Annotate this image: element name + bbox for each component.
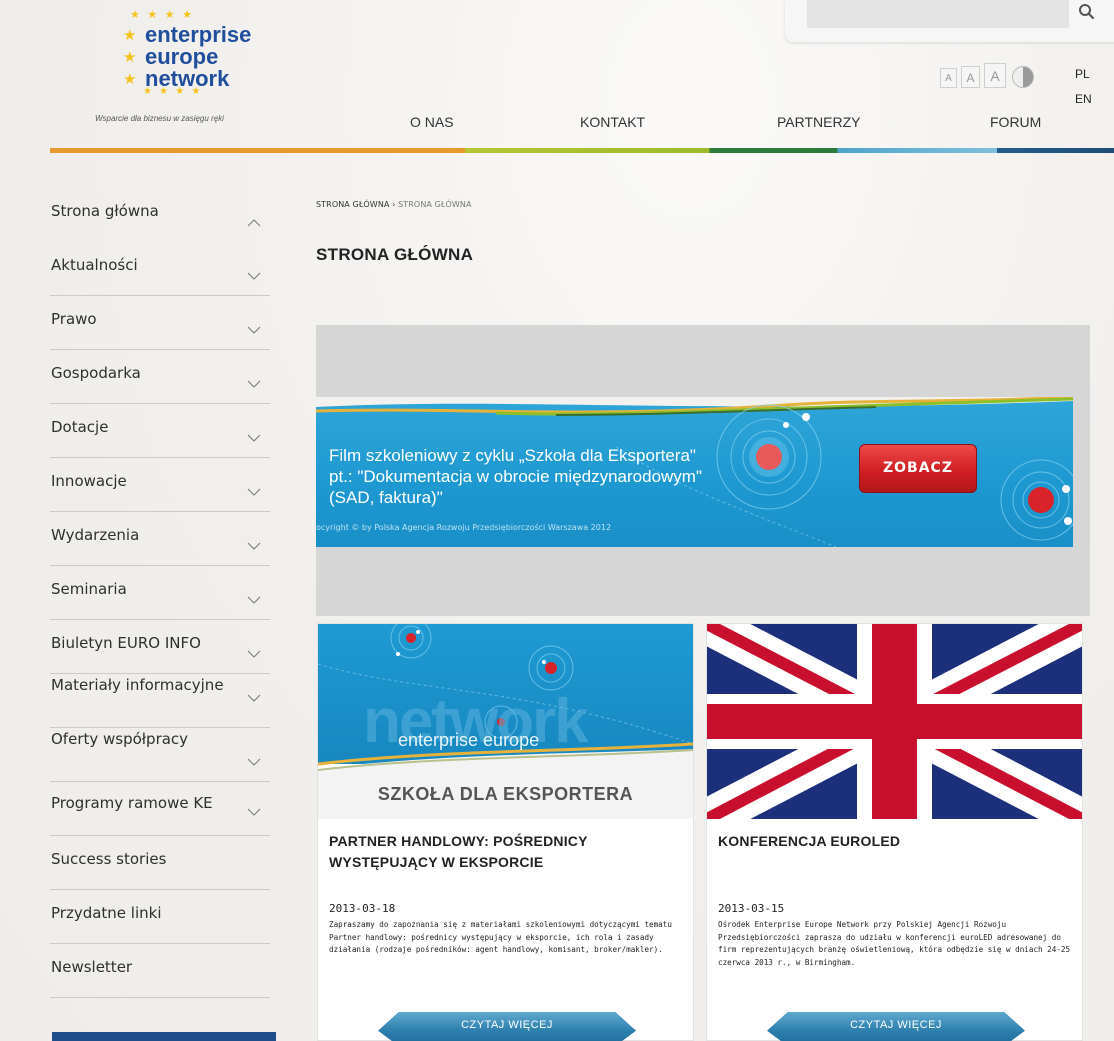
- logo-word-enterprise: enterprise: [145, 22, 252, 47]
- logo-tagline: Wsparcie dla biznesu w zasięgu ręki: [95, 114, 224, 123]
- sidebar-item-label: Aktualności: [51, 256, 138, 274]
- search-input[interactable]: [807, 0, 1069, 28]
- chevron-down-icon[interactable]: [247, 596, 261, 605]
- sidebar-item-biuletyn[interactable]: Biuletyn EURO INFO: [50, 620, 270, 674]
- lang-pl-link[interactable]: PL: [1075, 67, 1090, 81]
- chevron-down-icon[interactable]: [247, 650, 261, 659]
- breadcrumb-current: STRONA GŁÓWNA: [398, 200, 472, 209]
- sidebar-item-gospodarka[interactable]: Gospodarka: [50, 350, 270, 404]
- nav-item-forum[interactable]: FORUM: [990, 114, 1041, 130]
- sidebar-item-innowacje[interactable]: Innowacje: [50, 458, 270, 512]
- banner-copyright: ocyright © by Polska Agencja Rozwoju Prz…: [316, 523, 612, 532]
- chevron-down-icon[interactable]: [247, 542, 261, 551]
- banner-slider: Film szkoleniowy z cyklu „Szkoła dla Eks…: [316, 325, 1090, 616]
- chevron-down-icon[interactable]: [247, 326, 261, 335]
- chevron-down-icon[interactable]: [247, 488, 261, 497]
- breadcrumb-separator: ›: [392, 200, 396, 209]
- sidebar-item-label: Strona główna: [51, 202, 159, 220]
- chevron-down-icon[interactable]: [247, 694, 261, 703]
- sidebar-item-przydatne-linki[interactable]: Przydatne linki: [50, 890, 270, 944]
- banner-text-line: (SAD, faktura)": [329, 488, 443, 507]
- card-title[interactable]: KONFERENCJA EUROLED: [718, 831, 1058, 852]
- sidebar-item-label: Biuletyn EURO INFO: [51, 634, 201, 652]
- font-size-large-button[interactable]: A: [984, 63, 1006, 88]
- nav-item-o-nas[interactable]: O NAS: [410, 114, 454, 130]
- search-box: [785, 0, 1114, 42]
- chevron-down-icon[interactable]: [247, 758, 261, 767]
- nav-item-partnerzy[interactable]: PARTNERZY: [777, 114, 861, 130]
- sidebar-item-label: Materiały informacyjne: [51, 676, 224, 694]
- sidebar-item-label: Oferty współpracy: [51, 730, 189, 748]
- read-more-button[interactable]: CZYTAJ WIĘCEJ: [767, 1012, 1025, 1041]
- chevron-down-icon[interactable]: [247, 434, 261, 443]
- nav-item-kontakt[interactable]: KONTAKT: [580, 114, 645, 130]
- page: ★ ★ ★ ★ ★ ★ ★ enterprise europe network …: [0, 0, 1114, 1041]
- chevron-up-icon[interactable]: [247, 218, 261, 227]
- sidebar-item-label: Wydarzenia: [51, 526, 140, 544]
- logo-star-icon: ★: [123, 48, 137, 66]
- search-icon[interactable]: [1077, 2, 1097, 22]
- sidebar-item-label: Prawo: [51, 310, 97, 328]
- contrast-icon[interactable]: [1012, 66, 1034, 88]
- news-card: KONFERENCJA EUROLED 2013-03-15 Ośrodek E…: [706, 623, 1083, 1041]
- sidebar-item-seminaria[interactable]: Seminaria: [50, 566, 270, 620]
- breadcrumb: STRONA GŁÓWNA › STRONA GŁÓWNA: [316, 200, 472, 209]
- union-jack-flag-icon: [707, 624, 1082, 819]
- logo-stars-icon: ★ ★ ★ ★: [143, 86, 203, 97]
- sidebar-item-label: Programy ramowe KE: [51, 794, 213, 812]
- sidebar-item-aktualnosci[interactable]: Aktualności: [50, 242, 270, 296]
- logo-star-icon: ★: [123, 26, 137, 44]
- sidebar-item-label: Gospodarka: [51, 364, 141, 382]
- font-size-medium-button[interactable]: A: [961, 66, 980, 88]
- sidebar-item-label: Innowacje: [51, 472, 127, 490]
- sidebar-item-label: Success stories: [51, 850, 167, 868]
- sidebar-item-materialy[interactable]: Materiały informacyjne: [50, 674, 270, 728]
- card-description: Zapraszamy do zapoznania się z materiała…: [329, 920, 672, 954]
- sidebar-item-oferty[interactable]: Oferty współpracy: [50, 728, 270, 782]
- news-card: network enterprise europe SZKOŁA DLA EKS…: [317, 623, 694, 1041]
- chevron-down-icon[interactable]: [247, 380, 261, 389]
- card-date: 2013-03-15: [718, 902, 785, 915]
- sidebar-item-strona-glowna[interactable]: Strona główna: [50, 188, 270, 242]
- sidebar-item-label: Przydatne linki: [51, 904, 162, 922]
- logo-stars-icon: ★ ★ ★ ★: [130, 8, 194, 21]
- sidebar-item-label: Seminaria: [51, 580, 127, 598]
- sidebar-item-label: Dotacje: [51, 418, 109, 436]
- page-title: STRONA GŁÓWNA: [316, 245, 474, 264]
- header-color-bar: [50, 148, 1114, 153]
- logo-word-europe: europe: [145, 44, 219, 69]
- chevron-down-icon[interactable]: [247, 808, 261, 817]
- card-image-caption: SZKOŁA DLA EKSPORTERA: [377, 784, 634, 804]
- sidebar-item-newsletter[interactable]: Newsletter: [50, 944, 270, 998]
- card-image-caption-small: enterprise europe: [398, 730, 540, 750]
- sidebar-item-success-stories[interactable]: Success stories: [50, 836, 270, 890]
- zobacz-button[interactable]: ZOBACZ: [859, 444, 977, 493]
- chevron-down-icon[interactable]: [247, 272, 261, 281]
- logo-star-icon: ★: [123, 70, 137, 88]
- logo[interactable]: ★ ★ ★ ★ ★ ★ ★ enterprise europe network …: [95, 8, 275, 128]
- sidebar-item-label: Newsletter: [51, 958, 133, 976]
- banner-text-line: Film szkoleniowy z cyklu „Szkoła dla Eks…: [329, 446, 696, 465]
- sidebar-menu: Strona główna Aktualności Prawo Gospodar…: [50, 188, 270, 998]
- read-more-button[interactable]: CZYTAJ WIĘCEJ: [378, 1012, 636, 1041]
- card-image[interactable]: [707, 624, 1082, 819]
- card-date: 2013-03-18: [329, 902, 396, 915]
- sidebar-item-wydarzenia[interactable]: Wydarzenia: [50, 512, 270, 566]
- card-description: Ośrodek Enterprise Europe Network przy P…: [718, 920, 1071, 967]
- sidebar-item-prawo[interactable]: Prawo: [50, 296, 270, 350]
- font-size-small-button[interactable]: A: [940, 68, 957, 88]
- card-image[interactable]: network enterprise europe SZKOŁA DLA EKS…: [318, 624, 693, 819]
- card-title[interactable]: PARTNER HANDLOWY: POŚREDNICY WYSTĘPUJĄCY…: [329, 831, 669, 873]
- sidebar-item-programy[interactable]: Programy ramowe KE: [50, 782, 270, 836]
- sidebar-blue-box[interactable]: [52, 1032, 276, 1041]
- banner-text: Film szkoleniowy z cyklu „Szkoła dla Eks…: [329, 445, 769, 508]
- accessibility-controls: A A A: [940, 63, 1034, 88]
- lang-en-link[interactable]: EN: [1075, 92, 1092, 106]
- sidebar-item-dotacje[interactable]: Dotacje: [50, 404, 270, 458]
- breadcrumb-root-link[interactable]: STRONA GŁÓWNA: [316, 200, 389, 209]
- banner-text-line: pt.: "Dokumentacja w obrocie międzynarod…: [329, 467, 703, 486]
- promo-banner[interactable]: Film szkoleniowy z cyklu „Szkoła dla Eks…: [316, 397, 1073, 547]
